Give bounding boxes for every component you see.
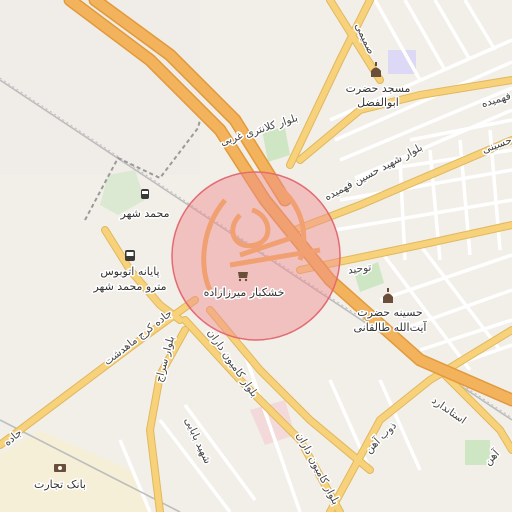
map-canvas[interactable]: مسجد حضرت ابوالفضل محمد شهر پایانه اتوبو…	[0, 0, 512, 512]
highlight-circle	[171, 171, 341, 341]
poi-label: پایانه اتوبوس	[100, 265, 159, 278]
map-view[interactable]: مسجد حضرت ابوالفضل محمد شهر پایانه اتوبو…	[0, 0, 512, 512]
train-station-icon	[141, 189, 149, 199]
bank-icon	[54, 464, 66, 472]
poi-label: آیت‌الله طالقانی	[354, 320, 428, 334]
poi-label: ابوالفضل	[357, 96, 399, 109]
poi-label: محمد شهر	[120, 207, 170, 220]
poi-label: خشکبار میرزازاده	[204, 286, 285, 299]
poi-label: بانک تجارت	[34, 478, 86, 491]
bus-icon	[125, 250, 135, 261]
poi-label: مترو محمد شهر	[92, 280, 166, 293]
poi-label: حسینه حضرت	[357, 306, 422, 319]
poi-label: مسجد حضرت	[346, 82, 411, 95]
